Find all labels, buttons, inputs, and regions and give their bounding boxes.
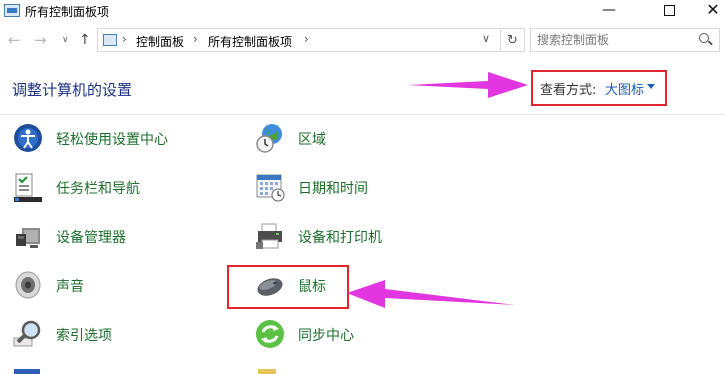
- speaker-icon: [15, 271, 41, 299]
- item-label[interactable]: 区域: [298, 129, 326, 149]
- partial-item-icon: [14, 369, 40, 374]
- page-heading: 调整计算机的设置: [12, 81, 133, 99]
- mouse-highlight-box: [227, 265, 349, 309]
- sync-center-icon: [256, 320, 284, 348]
- view-by-label: 查看方式:: [540, 83, 597, 98]
- item-label[interactable]: 设备和打印机: [298, 227, 382, 247]
- breadcrumb-separator-icon[interactable]: ›: [122, 32, 127, 46]
- control-panel-app-icon: [4, 4, 20, 17]
- refresh-icon[interactable]: ↻: [500, 30, 524, 52]
- view-by-dropdown[interactable]: 大图标: [605, 79, 644, 98]
- indexing-search-icon: [13, 320, 41, 347]
- breadcrumb-all-items[interactable]: 所有控制面板项: [208, 33, 292, 50]
- item-label[interactable]: 索引选项: [56, 325, 112, 345]
- search-input[interactable]: [537, 33, 687, 47]
- annotation-arrow: [347, 280, 515, 308]
- forward-arrow-icon[interactable]: →: [34, 31, 47, 49]
- navigation-bar: ← → ∨ ↑ › 控制面板 › 所有控制面板项 › ∨ ↻: [0, 28, 725, 54]
- search-box[interactable]: [530, 28, 720, 52]
- item-label[interactable]: 声音: [56, 276, 84, 296]
- annotation-arrow: [408, 72, 528, 98]
- control-panel-icon: [103, 34, 117, 46]
- ease-of-access-icon: [14, 124, 42, 152]
- window-title: 所有控制面板项: [25, 5, 110, 19]
- recent-locations-chevron-icon[interactable]: ∨: [62, 35, 69, 45]
- item-label[interactable]: 轻松使用设置中心: [56, 129, 168, 149]
- item-label[interactable]: 日期和时间: [298, 178, 368, 198]
- breadcrumb-separator-icon[interactable]: ›: [304, 32, 309, 46]
- item-label[interactable]: 任务栏和导航: [56, 178, 140, 198]
- next-row-partial: [0, 365, 725, 374]
- item-label[interactable]: 设备管理器: [56, 227, 126, 247]
- dropdown-caret-icon[interactable]: [647, 84, 655, 89]
- calendar-clock-icon: [256, 174, 285, 202]
- breadcrumb-separator-icon[interactable]: ›: [193, 32, 198, 46]
- title-bar: 所有控制面板项 — ✕: [0, 0, 725, 22]
- taskbar-icon: [14, 173, 42, 202]
- maximize-icon: [663, 5, 675, 16]
- address-bar[interactable]: › 控制面板 › 所有控制面板项 › ∨ ↻: [97, 28, 525, 52]
- region-globe-icon: [256, 124, 282, 153]
- back-arrow-icon[interactable]: ←: [8, 31, 21, 49]
- search-icon[interactable]: [699, 33, 709, 43]
- maximize-button[interactable]: [646, 0, 692, 22]
- item-label[interactable]: 同步中心: [298, 325, 354, 345]
- device-manager-icon: [16, 228, 40, 248]
- up-arrow-icon[interactable]: ↑: [79, 32, 91, 48]
- divider: [0, 114, 725, 115]
- partial-item-icon: [258, 369, 276, 374]
- address-dropdown-chevron-icon[interactable]: ∨: [482, 32, 490, 45]
- minimize-button[interactable]: —: [586, 0, 632, 22]
- printer-icon: [256, 223, 282, 249]
- breadcrumb-control-panel[interactable]: 控制面板: [136, 33, 184, 50]
- close-button[interactable]: ✕: [690, 0, 725, 22]
